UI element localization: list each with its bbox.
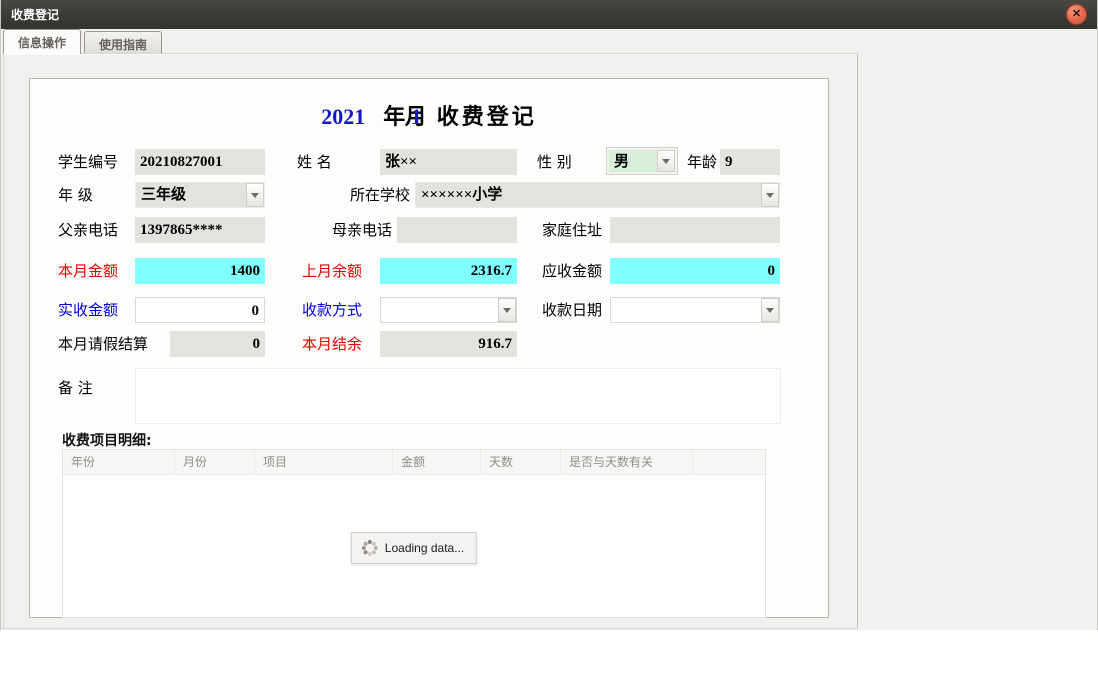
title-year-label: 年 [383,104,405,129]
prev-balance-field[interactable]: 2316.7 [380,258,517,284]
form-title: 2021年 1月收费登记 [30,99,828,131]
address-label: 家庭住址 [542,217,602,243]
title-bar: 收费登记 ✕ [1,0,1097,29]
father-phone-label: 父亲电话 [58,217,118,243]
school-select[interactable]: ××××××小学 [415,182,780,208]
school-value: ××××××小学 [416,183,761,207]
prev-balance-label: 上月余额 [302,258,362,284]
remark-label: 备 注 [58,375,93,401]
col-header-days: 天数 [481,450,561,474]
remark-textarea[interactable] [135,368,781,424]
loading-text: Loading data... [385,541,464,555]
grade-select[interactable]: 三年级 [135,182,265,208]
address-field[interactable] [610,217,780,243]
chevron-down-icon[interactable] [761,298,779,322]
detail-section-title: 收费项目明细: [62,430,152,450]
col-header-year: 年份 [63,450,175,474]
age-label: 年龄 [687,149,717,175]
tab-info-operation[interactable]: 信息操作 [3,29,81,54]
grade-value: 三年级 [136,183,246,207]
received-field[interactable]: 0 [135,297,265,323]
title-suffix: 收费登记 [437,104,537,129]
pay-method-select[interactable] [380,297,517,323]
spinner-icon [362,540,378,556]
tab-strip: 信息操作 使用指南 [3,30,165,54]
receivable-field[interactable]: 0 [610,258,780,284]
chevron-down-icon[interactable] [246,183,264,207]
pay-date-value [611,298,761,322]
col-header-amount: 金额 [393,450,481,474]
fee-form-panel: 2021年 1月收费登记 学生编号 20210827001 姓 名 张×× 性 … [29,78,829,618]
name-field[interactable]: 张×× [380,149,517,175]
received-label: 实收金额 [58,297,118,323]
month-balance-label: 本月结余 [302,331,362,357]
col-header-month: 月份 [175,450,255,474]
gender-select[interactable]: 男 [607,148,677,174]
pay-date-label: 收款日期 [542,297,602,323]
table-header-row: 年份 月份 项目 金额 天数 是否与天数有关 [63,450,765,475]
chevron-down-icon[interactable] [761,183,779,207]
leave-settlement-label: 本月请假结算 [58,331,148,357]
age-field[interactable]: 9 [720,149,780,175]
grade-label: 年 级 [58,182,93,208]
pay-method-value [381,298,498,322]
school-label: 所在学校 [350,182,410,208]
fee-detail-table[interactable]: 年份 月份 项目 金额 天数 是否与天数有关 Loading data... [62,449,766,618]
father-phone-field[interactable]: 1397865**** [135,217,265,243]
pay-method-label: 收款方式 [302,297,362,323]
close-icon[interactable]: ✕ [1066,4,1087,25]
tab-user-guide[interactable]: 使用指南 [84,31,162,54]
title-year: 2021 [321,104,365,129]
student-id-field[interactable]: 20210827001 [135,149,265,175]
student-id-label: 学生编号 [58,149,118,175]
month-amount-label: 本月金额 [58,258,118,284]
col-header-days-related: 是否与天数有关 [561,450,693,474]
mother-phone-label: 母亲电话 [332,217,392,243]
leave-settlement-field[interactable]: 0 [170,331,265,357]
mother-phone-field[interactable] [397,217,517,243]
app-window: 收费登记 ✕ 信息操作 使用指南 2021年 1月收费登记 学生编号 20210… [0,0,1098,630]
loading-indicator: Loading data... [351,532,477,564]
col-header-extra [693,450,765,474]
pay-date-select[interactable] [610,297,780,323]
window-title: 收费登记 [11,6,59,23]
chevron-down-icon[interactable] [657,150,675,172]
name-label: 姓 名 [297,149,332,175]
month-balance-field[interactable]: 916.7 [380,331,517,357]
title-month: 1 [411,104,422,129]
chevron-down-icon[interactable] [498,298,516,322]
receivable-label: 应收金额 [542,258,602,284]
col-header-item: 项目 [255,450,393,474]
gender-value: 男 [609,150,657,172]
month-amount-field[interactable]: 1400 [135,258,265,284]
gender-label: 性 别 [537,149,572,175]
